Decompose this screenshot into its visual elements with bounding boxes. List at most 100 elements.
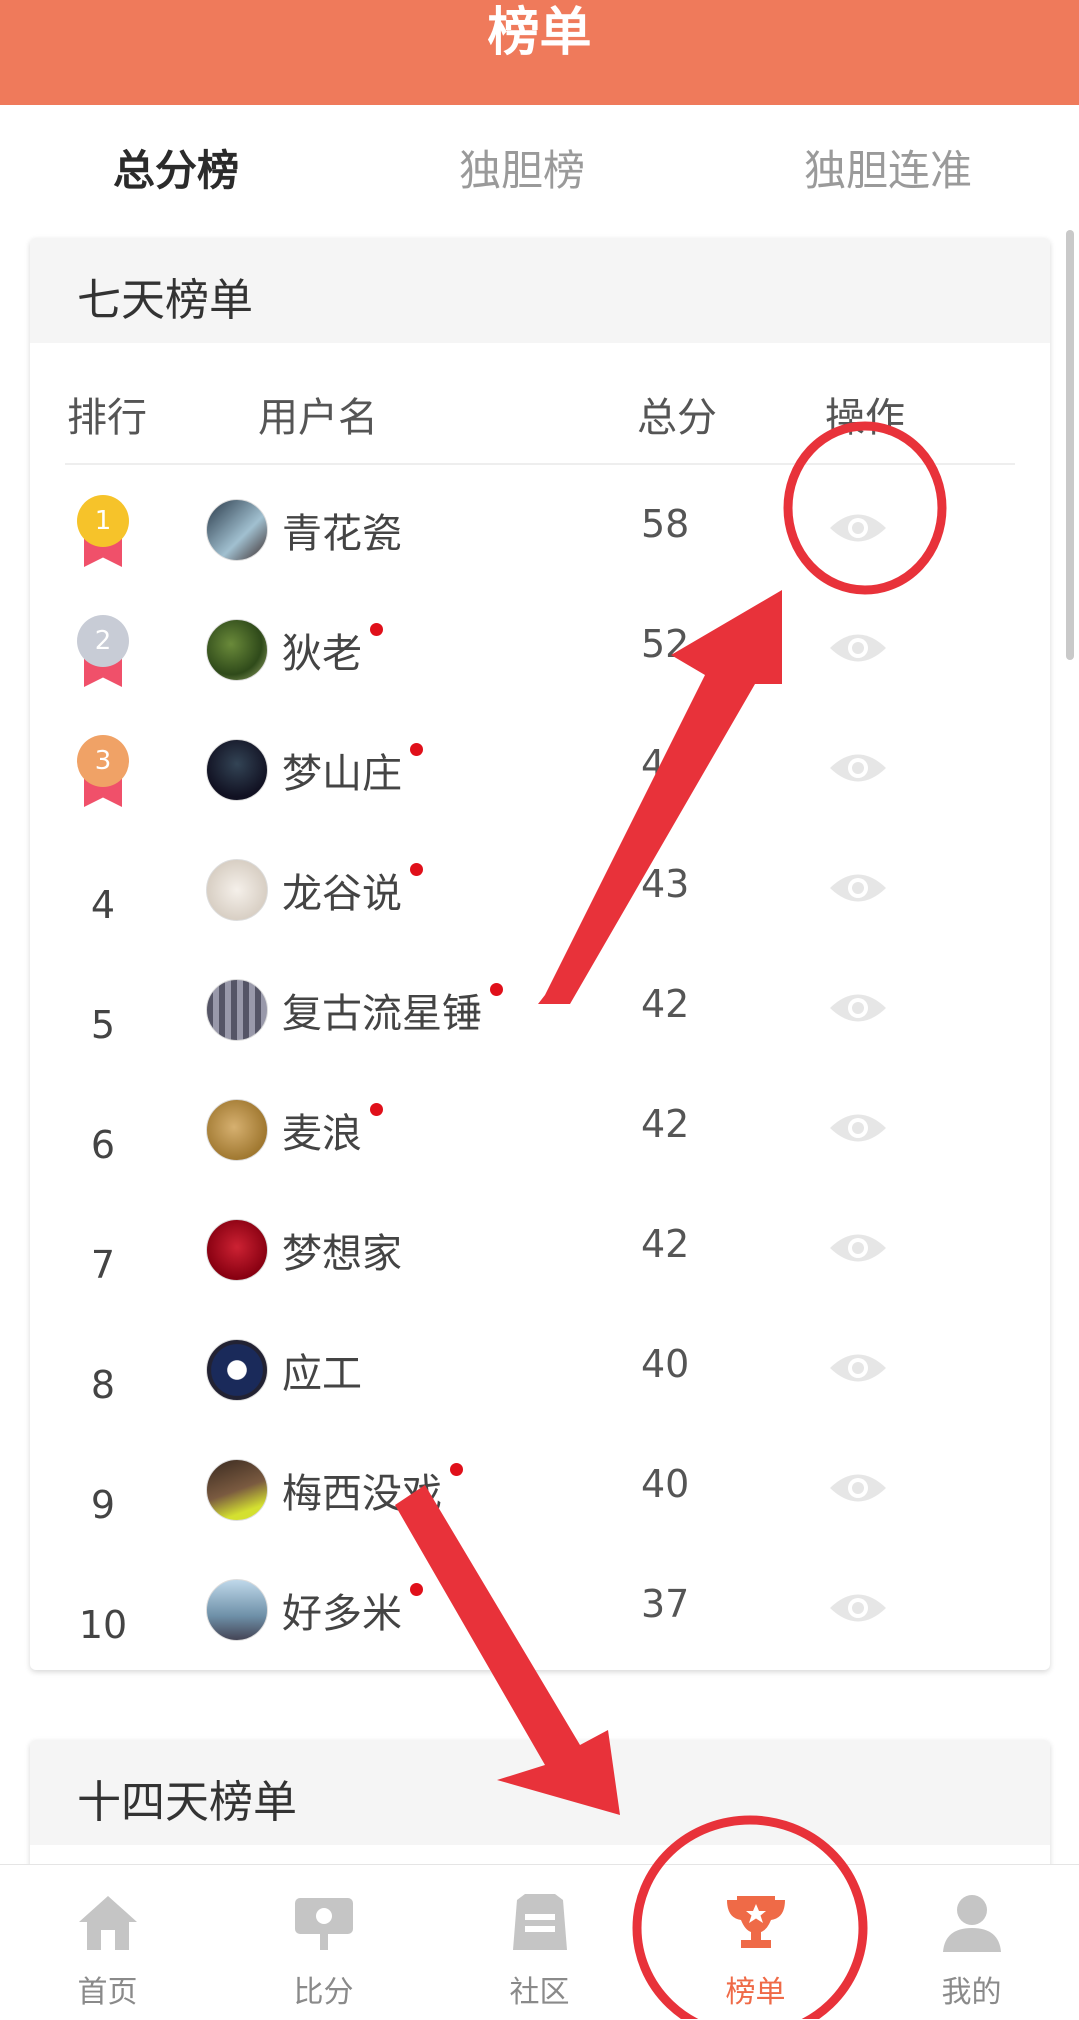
tab-total-score[interactable]: 总分榜 xyxy=(113,137,239,198)
username[interactable]: 好多米 xyxy=(282,1581,423,1639)
table-row[interactable]: 5 复古流星锤 42 xyxy=(0,977,1079,1077)
page-title: 榜单 xyxy=(487,3,592,63)
rank-number: 8 xyxy=(90,1363,116,1407)
rank-number: 9 xyxy=(90,1483,116,1527)
rank-number: 4 xyxy=(90,883,116,927)
eye-icon[interactable] xyxy=(828,987,888,1029)
score: 43 xyxy=(641,862,690,906)
column-username: 用户名 xyxy=(258,395,378,441)
table-row[interactable]: 2 狄老 52 xyxy=(0,615,1079,717)
online-dot xyxy=(410,863,423,876)
nav-home[interactable]: 首页 xyxy=(0,1865,215,2020)
trophy-icon xyxy=(727,1896,785,1948)
eye-icon[interactable] xyxy=(828,867,888,909)
avatar[interactable] xyxy=(206,1579,268,1641)
eye-icon[interactable] xyxy=(828,1227,888,1269)
eye-icon[interactable] xyxy=(828,747,888,789)
rank-number: 10 xyxy=(78,1603,128,1647)
score: 52 xyxy=(641,622,690,666)
nav-community[interactable]: 社区 xyxy=(432,1865,647,2020)
score: 42 xyxy=(641,1102,690,1146)
profile-icon xyxy=(943,1895,1001,1952)
table-row[interactable]: 4 龙谷说 43 xyxy=(0,857,1079,957)
eye-icon[interactable] xyxy=(828,507,888,549)
scrollbar[interactable] xyxy=(1066,230,1074,660)
avatar[interactable] xyxy=(206,499,268,561)
nav-label: 榜单 xyxy=(725,1975,786,2010)
card-title: 十四天榜单 xyxy=(77,1777,297,1828)
fourteen-day-card: 十四天榜单 xyxy=(30,1740,1050,1870)
nav-label: 首页 xyxy=(77,1975,138,2010)
nav-leaderboard[interactable]: 榜单 xyxy=(648,1865,863,2020)
column-rank: 排行 xyxy=(67,395,147,441)
table-row[interactable]: 3 梦山庄 4 xyxy=(0,735,1079,837)
avatar[interactable] xyxy=(206,619,268,681)
nav-label: 我的 xyxy=(941,1975,1002,2010)
avatar[interactable] xyxy=(206,1339,268,1401)
rank-number: 7 xyxy=(90,1243,116,1287)
online-dot xyxy=(450,1463,463,1476)
username[interactable]: 梦山庄 xyxy=(282,741,423,799)
online-dot xyxy=(370,623,383,636)
card-header: 十四天榜单 xyxy=(30,1740,1050,1845)
eye-icon[interactable] xyxy=(828,1347,888,1389)
online-dot xyxy=(410,743,423,756)
score: 4 xyxy=(641,742,666,786)
username[interactable]: 狄老 xyxy=(282,621,383,679)
bronze-medal-icon: 3 xyxy=(74,735,132,807)
card-title: 七天榜单 xyxy=(77,275,253,326)
header-divider xyxy=(65,463,1015,465)
username[interactable]: 复古流星锤 xyxy=(282,981,503,1039)
table-row[interactable]: 9 梅西没戏 40 xyxy=(0,1457,1079,1557)
tab-single-pick-streak[interactable]: 独胆连准 xyxy=(804,137,972,198)
column-action: 操作 xyxy=(825,395,905,441)
app-header: 榜单 xyxy=(0,0,1079,105)
card-header: 七天榜单 xyxy=(30,238,1050,343)
username[interactable]: 梅西没戏 xyxy=(282,1461,463,1519)
avatar[interactable] xyxy=(206,1099,268,1161)
score: 37 xyxy=(641,1582,690,1626)
rank-number: 5 xyxy=(90,1003,116,1047)
username[interactable]: 梦想家 xyxy=(282,1221,402,1279)
online-dot xyxy=(370,1103,383,1116)
table-row[interactable]: 1 青花瓷 58 xyxy=(0,495,1079,597)
leaderboard-tabs: 总分榜 独胆榜 独胆连准 xyxy=(0,105,1079,225)
avatar[interactable] xyxy=(206,1219,268,1281)
username[interactable]: 麦浪 xyxy=(282,1101,383,1159)
tab-single-pick[interactable]: 独胆榜 xyxy=(459,137,585,198)
scoreboard-icon xyxy=(295,1898,353,1950)
score: 40 xyxy=(641,1342,690,1386)
nav-scores[interactable]: 比分 xyxy=(216,1865,431,2020)
column-score: 总分 xyxy=(637,395,717,441)
table-row[interactable]: 6 麦浪 42 xyxy=(0,1097,1079,1197)
home-icon xyxy=(79,1896,137,1950)
score: 42 xyxy=(641,982,690,1026)
online-dot xyxy=(410,1583,423,1596)
table-row[interactable]: 8 应工 40 xyxy=(0,1337,1079,1437)
table-row[interactable]: 10 好多米 37 xyxy=(0,1577,1079,1677)
score: 40 xyxy=(641,1462,690,1506)
table-row[interactable]: 7 梦想家 42 xyxy=(0,1217,1079,1317)
silver-medal-icon: 2 xyxy=(74,615,132,687)
eye-icon[interactable] xyxy=(828,1467,888,1509)
score: 42 xyxy=(641,1222,690,1266)
community-icon xyxy=(513,1894,567,1950)
score: 58 xyxy=(641,502,690,546)
online-dot xyxy=(490,983,503,996)
eye-icon[interactable] xyxy=(828,1587,888,1629)
username[interactable]: 龙谷说 xyxy=(282,861,423,919)
username[interactable]: 青花瓷 xyxy=(282,501,402,559)
avatar[interactable] xyxy=(206,979,268,1041)
eye-icon[interactable] xyxy=(828,627,888,669)
eye-icon[interactable] xyxy=(828,1107,888,1149)
bottom-nav: 首页 比分 社区 榜单 我的 xyxy=(0,1864,1079,2020)
avatar[interactable] xyxy=(206,739,268,801)
nav-label: 比分 xyxy=(293,1975,354,2010)
nav-profile[interactable]: 我的 xyxy=(864,1865,1079,2020)
rank-number: 6 xyxy=(90,1123,116,1167)
avatar[interactable] xyxy=(206,1459,268,1521)
username[interactable]: 应工 xyxy=(282,1341,362,1399)
gold-medal-icon: 1 xyxy=(74,495,132,567)
nav-label: 社区 xyxy=(509,1975,570,2010)
avatar[interactable] xyxy=(206,859,268,921)
